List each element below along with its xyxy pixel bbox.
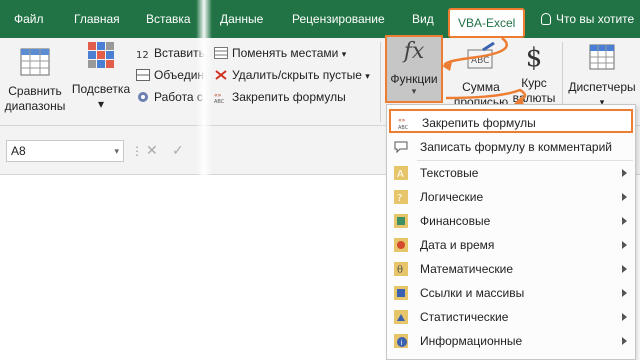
- excel-window: Файл Главная Вставка Данные Рецензирован…: [0, 0, 640, 360]
- light-streak-overlay: [196, 0, 212, 360]
- datetime-category-icon: [394, 238, 408, 252]
- name-box[interactable]: A8 ▾: [6, 140, 124, 162]
- submenu-arrow-icon: [622, 289, 627, 297]
- financial-category-icon: [394, 214, 408, 228]
- menu-item-datetime[interactable]: Дата и время: [387, 233, 635, 257]
- svg-text:A: A: [397, 169, 404, 180]
- menu-item-logical[interactable]: ? Логические: [387, 185, 635, 209]
- text-category-icon: A: [394, 166, 408, 180]
- svg-text:i: i: [401, 339, 403, 347]
- annotation-arrow-tab-to-functions: [443, 37, 508, 68]
- menu-item-label: Математические: [420, 262, 513, 276]
- logical-category-icon: ?: [394, 190, 408, 204]
- menu-item-formula-to-comment[interactable]: Записать формулу в комментарий: [387, 135, 635, 159]
- svg-text:?: ?: [397, 193, 402, 204]
- menu-item-info[interactable]: i Информационные: [387, 329, 635, 353]
- menu-item-label: Информационные: [420, 334, 523, 348]
- menu-item-fix-formulas[interactable]: «» ABC Закрепить формулы: [389, 109, 633, 133]
- submenu-arrow-icon: [622, 313, 627, 321]
- info-category-icon: i: [394, 334, 408, 348]
- comment-icon: [394, 141, 408, 154]
- submenu-arrow-icon: [622, 265, 627, 273]
- menu-item-label: Ссылки и массивы: [420, 286, 525, 300]
- functions-dropdown-menu: «» ABC Закрепить формулы Записать формулу…: [386, 104, 636, 360]
- menu-item-label: Записать формулу в комментарий: [420, 140, 612, 154]
- menu-item-label: Финансовые: [420, 214, 491, 228]
- svg-text:ABC: ABC: [398, 125, 409, 130]
- menu-item-label: Статистические: [420, 310, 509, 324]
- name-box-dropdown-icon[interactable]: ▾: [114, 141, 119, 161]
- reference-category-icon: [394, 286, 408, 300]
- menu-item-financial[interactable]: Финансовые: [387, 209, 635, 233]
- menu-item-label: Текстовые: [420, 166, 479, 180]
- menu-item-statistics[interactable]: Статистические: [387, 305, 635, 329]
- name-box-value: A8: [11, 144, 26, 158]
- submenu-arrow-icon: [622, 217, 627, 225]
- annotation-arrow-to-menu: [445, 88, 527, 102]
- menu-item-text[interactable]: A Текстовые: [387, 161, 635, 185]
- statistics-category-icon: [394, 310, 408, 324]
- cancel-icon[interactable]: ✕: [146, 142, 158, 159]
- submenu-arrow-icon: [622, 193, 627, 201]
- svg-text:«»: «»: [398, 117, 406, 124]
- menu-item-math[interactable]: θ Математические: [387, 257, 635, 281]
- formula-bar-grip-icon: ⋮: [131, 144, 143, 158]
- menu-item-label: Закрепить формулы: [422, 116, 536, 130]
- menu-item-references[interactable]: Ссылки и массивы: [387, 281, 635, 305]
- menu-item-label: Логические: [420, 190, 484, 204]
- submenu-arrow-icon: [622, 169, 627, 177]
- submenu-arrow-icon: [622, 241, 627, 249]
- enter-check-icon[interactable]: ✓: [172, 142, 184, 159]
- math-category-icon: θ: [394, 262, 408, 276]
- svg-text:θ: θ: [397, 265, 403, 276]
- menu-item-label: Дата и время: [420, 238, 495, 252]
- fix-formula-icon: «»ABC: [398, 117, 409, 130]
- submenu-arrow-icon: [622, 337, 627, 345]
